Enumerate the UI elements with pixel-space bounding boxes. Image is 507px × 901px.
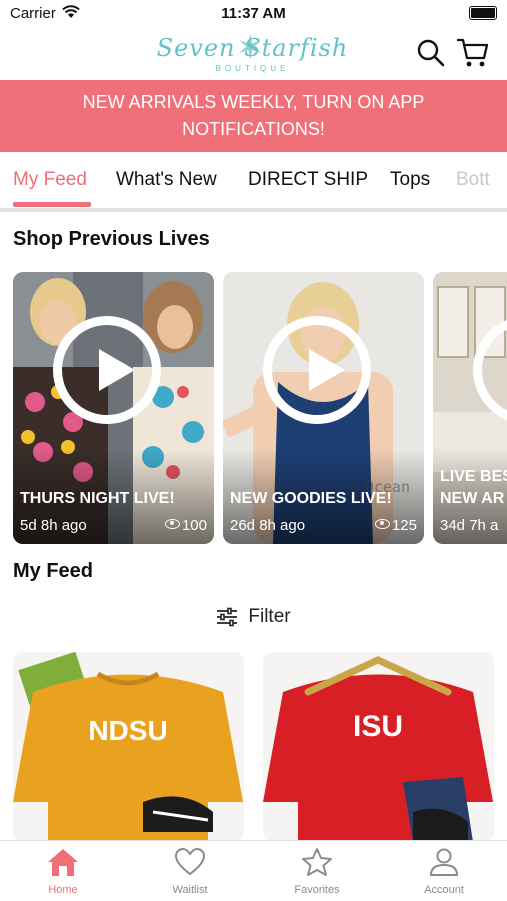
brand-logo[interactable]: ✶ Seven Starfish BOUTIQUE bbox=[150, 29, 355, 78]
nav-waitlist[interactable]: Waitlist bbox=[127, 847, 253, 896]
cart-icon[interactable] bbox=[456, 36, 490, 70]
tab-my-feed[interactable]: My Feed bbox=[13, 169, 87, 191]
live-card[interactable]: THURS NIGHT LIVE! 5d 8h ago 100 bbox=[13, 272, 214, 544]
play-icon[interactable] bbox=[53, 316, 161, 424]
tab-direct-ship[interactable]: DIRECT SHIP bbox=[248, 169, 368, 191]
filter-label: Filter bbox=[248, 606, 291, 627]
previous-lives-carousel[interactable]: THURS NIGHT LIVE! 5d 8h ago 100 Ocean NE… bbox=[13, 272, 507, 544]
shirt-print: NDSU bbox=[88, 715, 167, 746]
live-ago: 26d 8h ago bbox=[230, 517, 306, 534]
live-card[interactable]: LIVE BES NEW AR 34d 7h a bbox=[433, 272, 507, 544]
active-tab-indicator bbox=[13, 202, 91, 207]
live-title: LIVE BES bbox=[440, 468, 507, 485]
product-card[interactable]: NDSU bbox=[13, 652, 244, 842]
status-bar: Carrier 11:37 AM bbox=[0, 0, 507, 28]
status-time: 11:37 AM bbox=[221, 5, 286, 22]
tabs-divider bbox=[0, 208, 507, 212]
live-views: 125 bbox=[374, 517, 417, 534]
nav-account[interactable]: Account bbox=[381, 847, 507, 896]
banner-text: NEW ARRIVALS WEEKLY, TURN ON APP NOTIFIC… bbox=[82, 92, 425, 139]
views-eye-icon bbox=[164, 519, 180, 529]
shirt-print: ISU bbox=[353, 710, 403, 743]
nav-favorites[interactable]: Favorites bbox=[254, 847, 380, 896]
app-header: ✶ Seven Starfish BOUTIQUE bbox=[0, 28, 507, 80]
nav-favorites-label: Favorites bbox=[294, 884, 340, 896]
views-eye-icon bbox=[374, 519, 390, 529]
logo-wordmark: Seven Starfish bbox=[156, 34, 349, 62]
views-count: 125 bbox=[391, 517, 417, 534]
nav-account-label: Account bbox=[424, 884, 464, 896]
tab-bottoms[interactable]: Bott bbox=[456, 169, 490, 191]
tab-whats-new[interactable]: What's New bbox=[116, 169, 217, 191]
views-count: 100 bbox=[181, 517, 207, 534]
tab-tops[interactable]: Tops bbox=[390, 169, 430, 191]
bottom-nav: Home Waitlist Favorites Account bbox=[0, 840, 507, 901]
star-icon bbox=[302, 848, 332, 876]
announcement-banner[interactable]: NEW ARRIVALS WEEKLY, TURN ON APP NOTIFIC… bbox=[0, 80, 507, 152]
live-subtitle: NEW AR bbox=[440, 490, 505, 507]
battery-icon bbox=[469, 6, 497, 20]
live-card[interactable]: Ocean NEW GOODIES LIVE! 26d 8h ago 125 bbox=[223, 272, 424, 544]
nav-waitlist-label: Waitlist bbox=[172, 884, 208, 896]
product-card[interactable]: ISU bbox=[263, 652, 494, 842]
sliders-icon bbox=[217, 607, 238, 627]
product-image: ISU bbox=[263, 652, 494, 842]
product-image: NDSU bbox=[13, 652, 244, 842]
live-views: 100 bbox=[164, 517, 207, 534]
logo-subtitle: BOUTIQUE bbox=[215, 64, 290, 73]
play-icon[interactable] bbox=[263, 316, 371, 424]
account-icon bbox=[429, 848, 459, 876]
search-icon[interactable] bbox=[416, 38, 446, 68]
feed-title: My Feed bbox=[13, 560, 94, 582]
heart-icon bbox=[174, 847, 206, 876]
home-icon bbox=[48, 849, 78, 876]
previous-lives-title: Shop Previous Lives bbox=[13, 228, 210, 250]
live-ago: 5d 8h ago bbox=[20, 517, 87, 534]
live-title: NEW GOODIES LIVE! bbox=[230, 490, 392, 507]
filter-button[interactable]: Filter bbox=[0, 606, 507, 632]
live-ago: 34d 7h a bbox=[440, 517, 499, 534]
live-title: THURS NIGHT LIVE! bbox=[20, 490, 175, 507]
nav-home-label: Home bbox=[48, 884, 78, 896]
nav-home[interactable]: Home bbox=[0, 847, 126, 896]
category-tabs: My Feed What's New DIRECT SHIP Tops Bott bbox=[0, 152, 507, 208]
